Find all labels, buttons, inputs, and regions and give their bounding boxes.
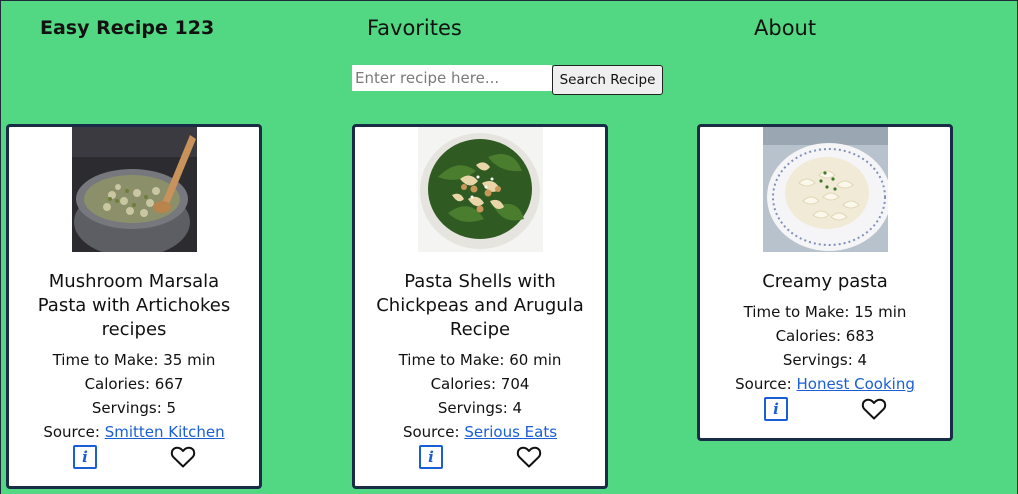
heart-outline-icon[interactable] bbox=[170, 445, 196, 469]
calories-value: 704 bbox=[500, 375, 530, 393]
time-value: 15 min bbox=[854, 303, 907, 321]
nav-favorites-link[interactable]: Favorites bbox=[367, 16, 462, 40]
source-label: Source: bbox=[735, 375, 792, 393]
nav-about-link[interactable]: About bbox=[754, 16, 816, 40]
recipe-card: Creamy pasta Time to Make: 15 min Calori… bbox=[697, 124, 953, 441]
recipe-title: Mushroom Marsala Pasta with Artichokes r… bbox=[37, 271, 231, 340]
calories-value: 667 bbox=[154, 375, 184, 393]
recipe-calories: Calories: 667 bbox=[9, 372, 259, 396]
info-icon[interactable]: i bbox=[764, 397, 788, 421]
recipe-servings: Servings: 5 bbox=[9, 396, 259, 420]
recipe-source: Source: Serious Eats bbox=[355, 420, 605, 444]
heart-outline-icon[interactable] bbox=[861, 397, 887, 421]
source-link[interactable]: Smitten Kitchen bbox=[105, 423, 225, 441]
recipe-image[interactable] bbox=[762, 127, 888, 252]
recipe-servings: Servings: 4 bbox=[355, 396, 605, 420]
recipe-time: Time to Make: 60 min bbox=[355, 348, 605, 372]
brand-title[interactable]: Easy Recipe 123 bbox=[40, 17, 214, 39]
recipe-source: Source: Smitten Kitchen bbox=[9, 420, 259, 444]
time-value: 35 min bbox=[163, 351, 216, 369]
servings-label: Servings: bbox=[782, 351, 853, 369]
recipe-calories: Calories: 704 bbox=[355, 372, 605, 396]
calories-label: Calories: bbox=[430, 375, 497, 393]
recipe-title: Pasta Shells with Chickpeas and Arugula … bbox=[376, 271, 584, 340]
servings-value: 4 bbox=[512, 399, 523, 417]
source-label: Source: bbox=[43, 423, 100, 441]
recipe-source: Source: Honest Cooking bbox=[700, 372, 950, 396]
source-link[interactable]: Honest Cooking bbox=[796, 375, 914, 393]
recipe-image[interactable] bbox=[417, 127, 543, 252]
servings-value: 4 bbox=[857, 351, 868, 369]
card-actions: i bbox=[355, 445, 605, 475]
source-label: Source: bbox=[402, 423, 460, 441]
card-actions: i bbox=[700, 397, 950, 427]
card-actions: i bbox=[9, 445, 259, 475]
info-icon[interactable]: i bbox=[73, 445, 97, 469]
source-link[interactable]: Serious Eats bbox=[464, 423, 557, 441]
heart-outline-icon[interactable] bbox=[516, 445, 542, 469]
recipe-time: Time to Make: 15 min bbox=[700, 300, 950, 324]
recipe-calories: Calories: 683 bbox=[700, 324, 950, 348]
servings-value: 5 bbox=[166, 399, 177, 417]
recipe-card: Mushroom Marsala Pasta with Artichokes r… bbox=[6, 124, 262, 489]
time-label: Time to Make: bbox=[52, 351, 159, 369]
recipe-card: Pasta Shells with Chickpeas and Arugula … bbox=[352, 124, 608, 489]
info-icon[interactable]: i bbox=[419, 445, 443, 469]
calories-label: Calories: bbox=[775, 327, 842, 345]
time-label: Time to Make: bbox=[743, 303, 850, 321]
servings-label: Servings: bbox=[437, 399, 508, 417]
search-input[interactable] bbox=[352, 65, 552, 91]
recipe-image[interactable] bbox=[71, 127, 197, 252]
calories-value: 683 bbox=[845, 327, 875, 345]
recipe-title: Creamy pasta bbox=[762, 271, 888, 292]
search-button[interactable]: Search Recipe bbox=[552, 65, 663, 95]
calories-label: Calories: bbox=[84, 375, 151, 393]
time-value: 60 min bbox=[509, 351, 562, 369]
recipe-servings: Servings: 4 bbox=[700, 348, 950, 372]
servings-label: Servings: bbox=[91, 399, 162, 417]
time-label: Time to Make: bbox=[398, 351, 505, 369]
recipe-time: Time to Make: 35 min bbox=[9, 348, 259, 372]
